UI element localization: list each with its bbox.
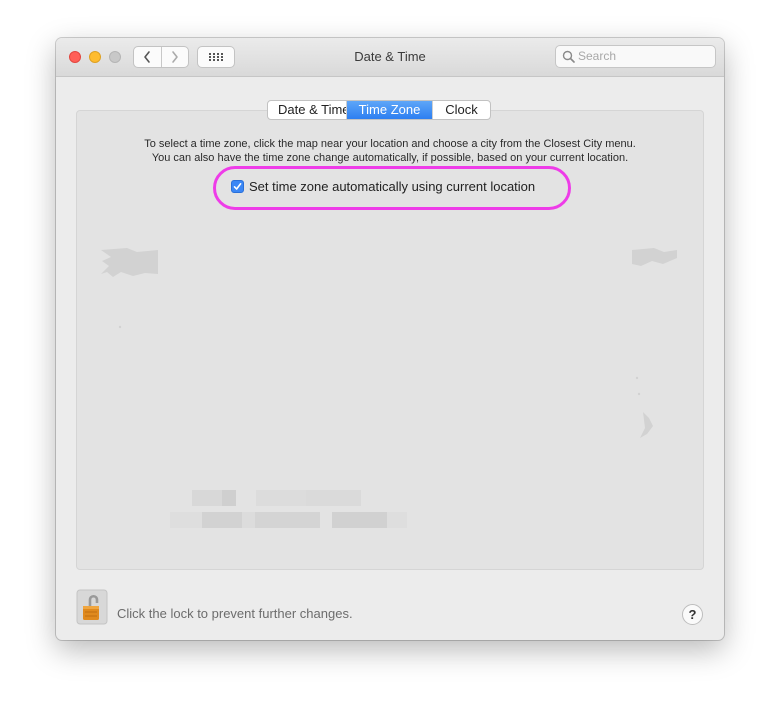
tab-clock[interactable]: Clock bbox=[432, 101, 490, 119]
search-input[interactable] bbox=[578, 47, 710, 65]
auto-timezone-checkbox[interactable] bbox=[231, 180, 244, 193]
auto-timezone-option[interactable]: Set time zone automatically using curren… bbox=[231, 179, 535, 194]
world-map-graphic bbox=[101, 248, 677, 528]
instructions-text: To select a time zone, click the map nea… bbox=[76, 137, 704, 165]
instructions-line-1: To select a time zone, click the map nea… bbox=[144, 138, 636, 150]
instructions-line-2: You can also have the time zone change a… bbox=[151, 152, 629, 164]
time-zone-map[interactable] bbox=[77, 228, 703, 568]
lock-status-text: Click the lock to prevent further change… bbox=[117, 606, 353, 621]
search-icon bbox=[562, 50, 575, 63]
search-field[interactable] bbox=[555, 45, 716, 68]
preferences-window: Date & Time Date & Time Time Zone Clock … bbox=[56, 38, 724, 640]
title-bar: Date & Time bbox=[56, 38, 724, 77]
auto-timezone-label: Set time zone automatically using curren… bbox=[249, 179, 536, 194]
checkmark-icon bbox=[233, 183, 242, 190]
location-readout-blur bbox=[170, 490, 407, 528]
lock-button[interactable] bbox=[76, 589, 108, 625]
help-button[interactable]: ? bbox=[682, 604, 703, 625]
tab-time-zone[interactable]: Time Zone bbox=[346, 101, 432, 119]
tab-bar: Date & Time Time Zone Clock bbox=[267, 100, 491, 120]
tab-date-time[interactable]: Date & Time bbox=[268, 101, 350, 119]
unlocked-padlock-icon bbox=[76, 589, 108, 625]
